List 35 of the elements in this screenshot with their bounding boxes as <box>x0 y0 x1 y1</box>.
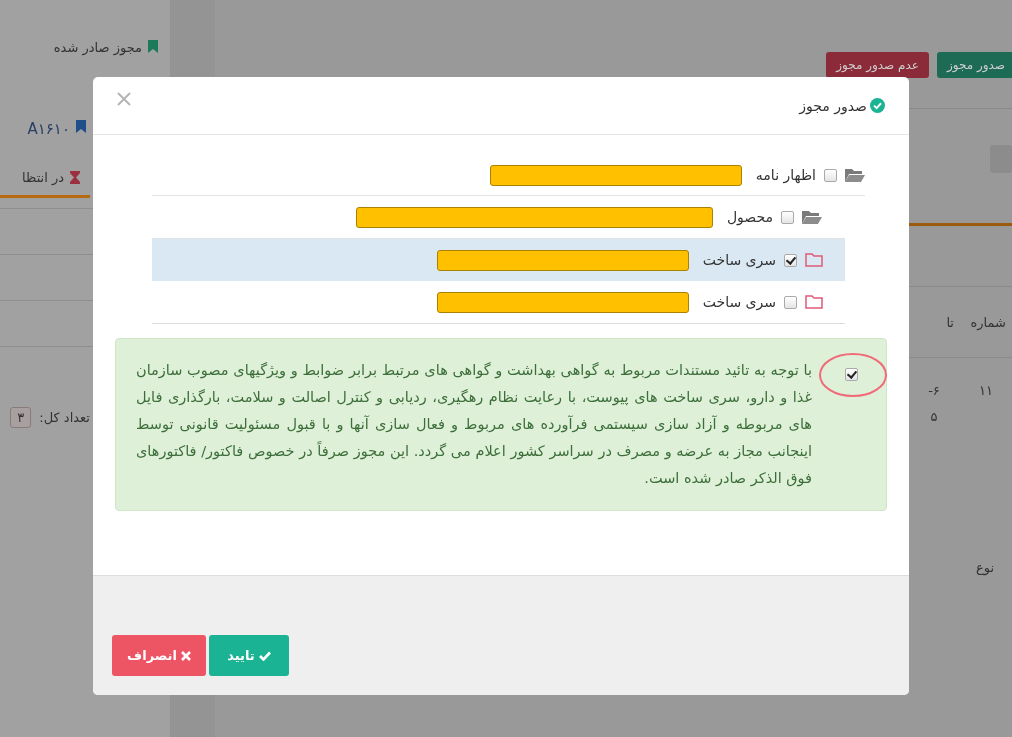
folder-icon <box>805 295 823 309</box>
agreement-checkbox[interactable] <box>845 368 858 381</box>
agreement-text: با توجه به تائید مستندات مربوط به گواهی بهداشت و گواهی های مرتبط برابر ضوابط و ویژگیهای مصوب سازمان غذا و دارو، سری ساخت های پیوست، با رعایت نظام رهگیری، ردیابی و کنترل اصالت و سلامت، بارگذاری فایل های مربوطه و آزاد سازی سیستمی فرآورده های مربوط و فعال سازی آنها و با قبول مسئولیت قانونی توسط اینجانب مجاز به عرضه و مصرف در سراسر کشور اعلام می گردد. این مجوز صرفاً در خصوص فاکتور/ فاکتورهای فوق الذکر صادر شده است. <box>136 361 812 489</box>
table-cell-text: ۶- ۵ <box>927 382 941 426</box>
checkbox[interactable] <box>824 168 837 182</box>
checkbox[interactable] <box>784 295 797 309</box>
folder-icon <box>805 253 823 267</box>
table-cell-text: ۱۱ <box>978 382 994 400</box>
issue-permit-button[interactable]: صدور مجوز <box>936 52 1012 78</box>
check-icon <box>258 650 271 661</box>
dialog-title: صدور مجوز <box>799 97 885 114</box>
cancel-button[interactable]: انصراف <box>112 635 206 676</box>
tree-node-label[interactable]: اظهار نامه <box>755 167 816 183</box>
column-header: شماره <box>969 314 1007 330</box>
tree-node-label[interactable]: محصول <box>726 209 773 225</box>
checkbox[interactable] <box>784 253 797 267</box>
column-header: نوع <box>974 560 995 575</box>
close-icon <box>180 650 191 661</box>
reject-permit-button[interactable]: عدم صدور مجوز <box>826 52 929 78</box>
checkbox[interactable] <box>781 210 794 224</box>
tree-node-label: سری ساخت <box>702 252 776 268</box>
column-header: تا <box>945 314 955 330</box>
sidebar-item[interactable]: A۱۶۱۰ <box>27 120 70 138</box>
annotation-circle <box>818 352 888 398</box>
tree-node-label: سری ساخت <box>702 294 776 310</box>
total-label: تعداد کل: <box>39 410 90 425</box>
sidebar-item[interactable]: مجوز صادر شده <box>53 40 142 55</box>
close-icon[interactable] <box>117 91 131 106</box>
confirm-button[interactable]: تایید <box>209 635 289 676</box>
check-circle-icon <box>870 98 885 113</box>
pending-tab[interactable]: در انتظا <box>0 160 90 198</box>
tree-row[interactable]: سری ساخت <box>152 239 845 281</box>
tree-row[interactable]: سری ساخت <box>152 281 845 323</box>
total-count: ۳ <box>10 407 32 428</box>
hourglass-icon <box>70 171 80 184</box>
